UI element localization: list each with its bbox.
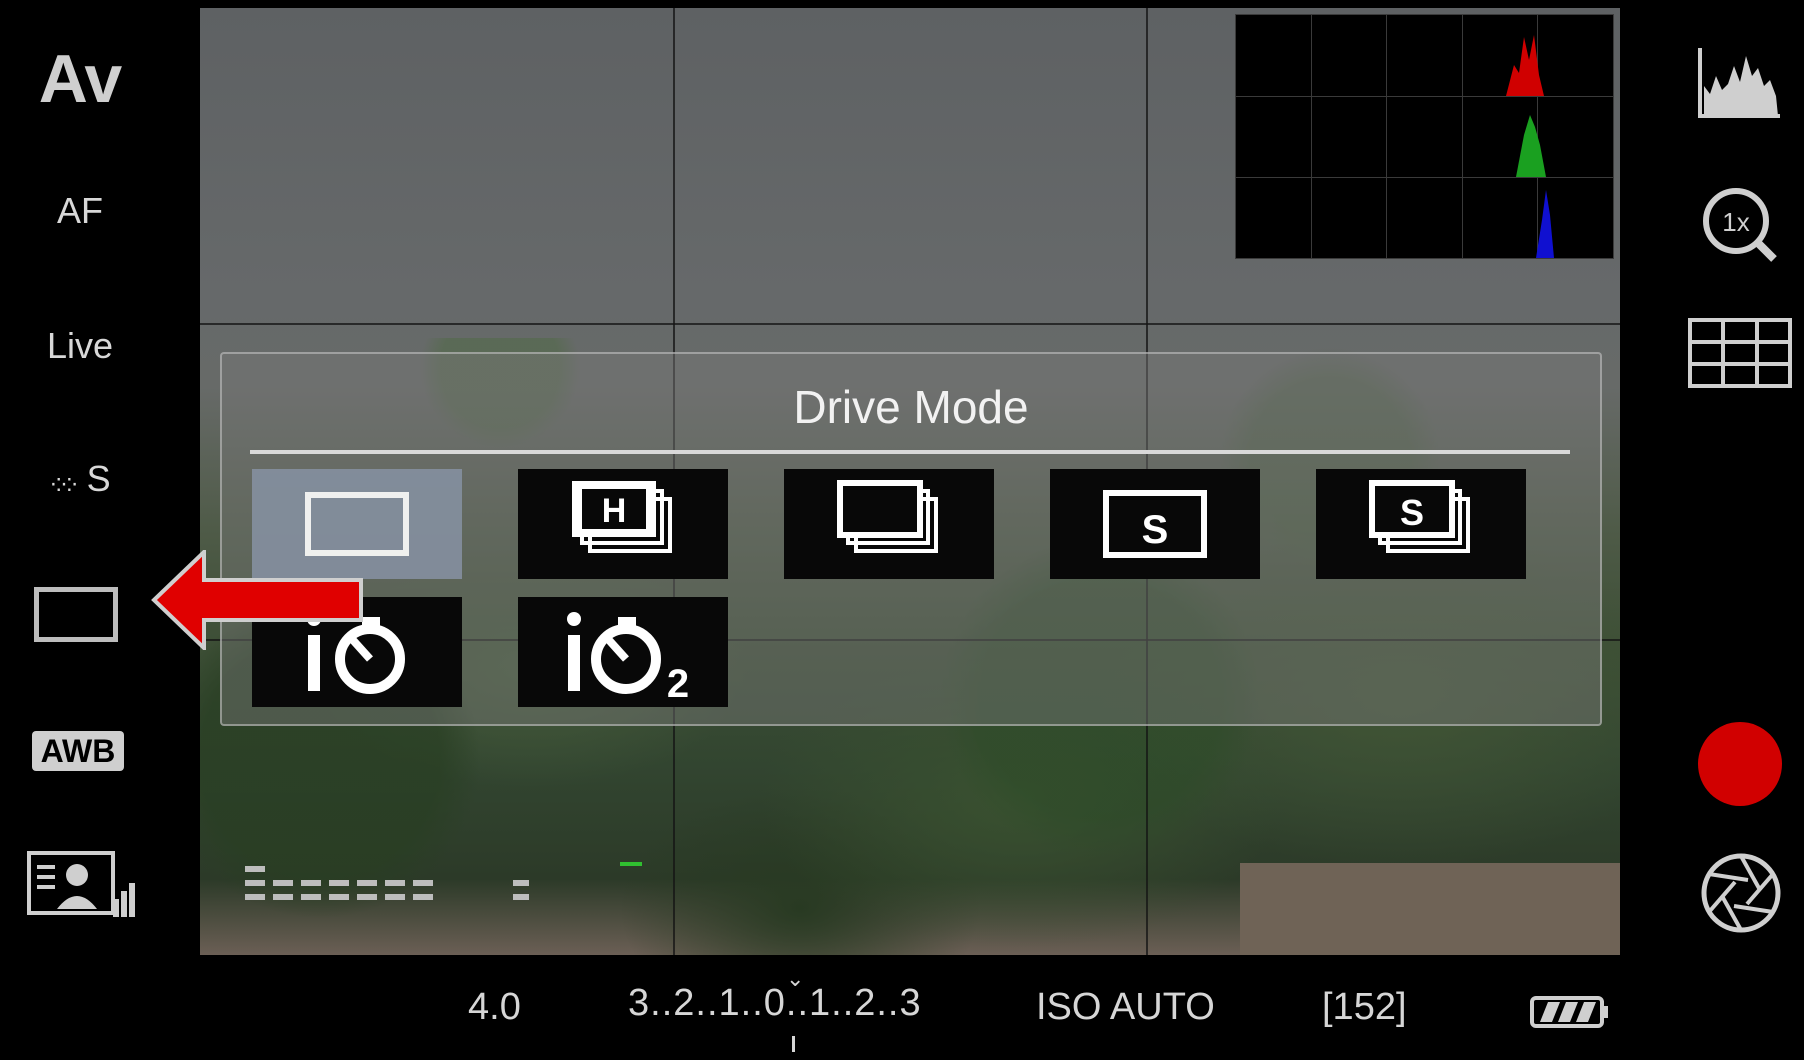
drive-option-silent-single[interactable]: S: [1050, 469, 1260, 579]
drive-option-self-timer-2s[interactable]: 2: [518, 597, 728, 707]
drive-option-silent-continuous[interactable]: S: [1316, 469, 1526, 579]
af-point: [620, 862, 642, 866]
red-pointer-arrow: [151, 550, 363, 650]
iso-value[interactable]: ISO AUTO: [1036, 986, 1215, 1029]
record-button[interactable]: [1698, 722, 1782, 806]
svg-text:S: S: [1142, 508, 1169, 552]
grid-line: [200, 323, 1620, 325]
histogram-icon[interactable]: [1698, 46, 1782, 118]
aperture-icon[interactable]: [1700, 852, 1782, 934]
grid-icon[interactable]: [1688, 318, 1792, 388]
exposure-compensation-scale[interactable]: 3..2..1..0..1..2..3: [628, 982, 922, 1025]
shooting-mode-button[interactable]: Av: [0, 40, 160, 118]
self-timer-2s-icon: 2: [567, 612, 689, 706]
battery-icon: [1530, 996, 1608, 1028]
drive-mode-title: Drive Mode: [793, 381, 1029, 433]
rgb-histogram: [1235, 14, 1614, 259]
aperture-value[interactable]: 4.0: [468, 986, 521, 1029]
high-speed-continuous-icon: H: [572, 481, 672, 553]
svg-text:S: S: [1400, 492, 1424, 533]
level-indicator: [245, 866, 529, 900]
white-balance-button[interactable]: AWB: [32, 731, 124, 771]
continuous-icon: [837, 480, 938, 553]
portrait-style-icon[interactable]: [27, 851, 137, 923]
drive-option-continuous[interactable]: [784, 469, 994, 579]
drive-option-high-speed[interactable]: H: [518, 469, 728, 579]
metering-label: S: [86, 458, 111, 499]
svg-text:1x: 1x: [1722, 207, 1749, 237]
af-mode-button[interactable]: AF: [0, 190, 160, 232]
live-mode-button[interactable]: Live: [0, 325, 160, 367]
shots-remaining: [152]: [1322, 986, 1407, 1028]
exposure-marker: [792, 1036, 795, 1052]
drive-mode-panel: Drive Mode H S S 2: [220, 352, 1602, 726]
silent-continuous-icon: S: [1369, 480, 1470, 553]
metering-icon: ·:·:·: [49, 470, 78, 497]
metering-mode-button[interactable]: ·:·:· S: [0, 458, 160, 500]
svg-text:H: H: [602, 492, 627, 530]
divider: [250, 450, 1570, 454]
svg-text:2: 2: [667, 662, 689, 706]
scene-roof: [1240, 863, 1620, 955]
zoom-icon[interactable]: 1x: [1700, 185, 1780, 265]
silent-single-icon: S: [1103, 490, 1207, 558]
histogram-curves: [1506, 35, 1554, 258]
drive-mode-button[interactable]: [34, 587, 118, 642]
